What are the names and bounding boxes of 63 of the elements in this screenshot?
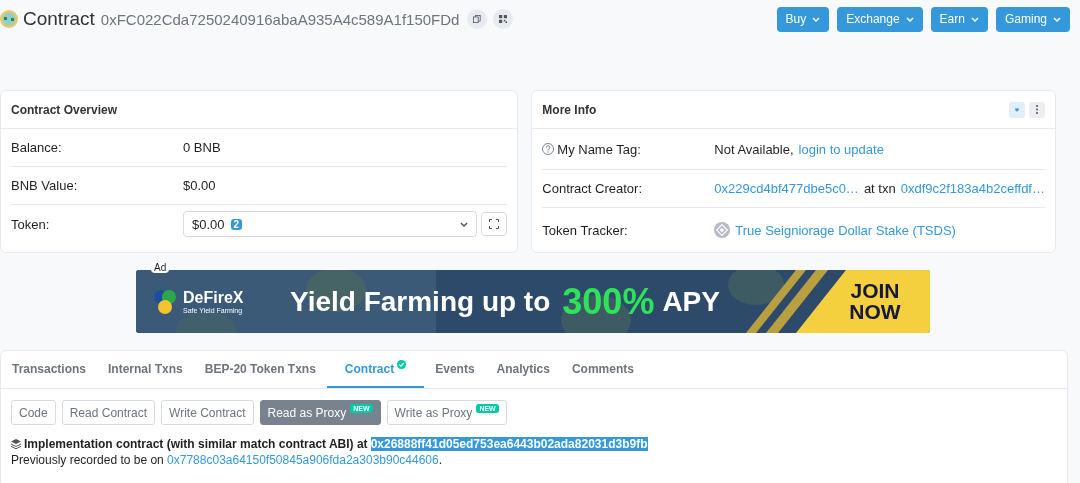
field-label: My Name Tag: [557, 141, 641, 157]
card-title: More Info [542, 102, 597, 117]
nav-menu-button[interactable]: Buy [776, 6, 830, 32]
qr-code-icon [499, 14, 508, 24]
previous-address-sentence: Previously recorded to be on 0x7788c03a64150f50845a906fda2a303b90c44606. [10, 452, 444, 469]
more-options-button[interactable] [1029, 101, 1045, 118]
caret-icon [970, 16, 979, 22]
ad-label: Ad [151, 262, 170, 273]
field-value: 0 BNB [183, 140, 221, 155]
ad-suffix: APY [662, 285, 720, 318]
nav-menu-button[interactable]: Earn [930, 6, 988, 32]
caret-icon [1053, 16, 1061, 22]
field-label: Token Tracker: [542, 222, 628, 238]
card-title: Contract Overview [11, 102, 118, 117]
field-label: Token: [11, 216, 50, 232]
layers-icon [11, 439, 21, 449]
brand-logo-icon [152, 288, 178, 315]
brand-name: DeFireX [183, 289, 244, 307]
ad-headline: Yield Farming up to [290, 285, 551, 318]
field-value: at txn [863, 181, 896, 196]
verified-check-icon [397, 360, 407, 369]
expand-icon [489, 219, 500, 229]
logo-icon [0, 10, 18, 28]
tab[interactable]: Transactions [1, 351, 98, 388]
tab[interactable]: Analytics [485, 351, 561, 388]
caret-icon [812, 16, 821, 22]
tab[interactable]: Contract [326, 351, 425, 388]
field-label: Contract Creator: [542, 181, 642, 196]
link[interactable]: login to update [798, 141, 884, 157]
field-label: Balance: [11, 140, 62, 155]
expand-button[interactable] [481, 212, 508, 236]
help-icon [542, 143, 555, 155]
tab[interactable]: Events [424, 351, 486, 388]
token-count-badge: 2 [230, 218, 243, 230]
implementation-text: Implementation contract (with similar match contract ABI) at [24, 437, 368, 451]
token-icon [714, 222, 731, 238]
contract-address: 0xFC022Cda7250240916abaA935A4c589A1f150FDd [100, 10, 460, 28]
field-value: Not Available, [714, 141, 794, 157]
page-title: Contract [23, 8, 95, 30]
link[interactable]: True Seigniorage Dollar Stake (TSDS) [735, 222, 956, 238]
favorite-button[interactable] [1009, 101, 1025, 118]
token-dropdown[interactable]: $0.00 2 [183, 211, 478, 237]
link[interactable]: 0xdf9c2f183a4b2ceffdf… [900, 181, 1045, 196]
field-value: $0.00 [183, 178, 216, 193]
tab[interactable]: Internal Txns [97, 351, 194, 388]
tab[interactable]: Comments [560, 351, 645, 388]
ad-call-to-action: JOIN NOW [848, 280, 902, 322]
sub-tab-button[interactable]: Write Contract [161, 400, 254, 425]
previous-address-link[interactable]: 0x7788c03a64150f50845a906fda2a303b90c44606 [167, 453, 439, 467]
qr-code-button[interactable] [493, 9, 514, 29]
link[interactable]: 0x229cd4bf477dbe5c0… [714, 181, 859, 196]
copy-icon [473, 14, 482, 24]
ad-highlight: 300% [562, 280, 655, 323]
nav-menu-button[interactable]: Exchange [837, 6, 923, 32]
copy-button[interactable] [467, 9, 488, 29]
nav-menu-button[interactable]: Gaming [995, 6, 1070, 32]
implementation-address-link[interactable]: 0x26888ff41d05ed753ea6443b02ada82031d3b9fb [370, 437, 648, 451]
sub-tab-button[interactable]: Code [11, 400, 56, 425]
sub-tab-button[interactable]: Read Contract [61, 400, 156, 425]
caret-icon [905, 16, 914, 22]
field-label: BNB Value: [11, 178, 78, 193]
caret-icon [460, 221, 469, 227]
tab[interactable]: BEP-20 Token Txns [193, 351, 327, 388]
